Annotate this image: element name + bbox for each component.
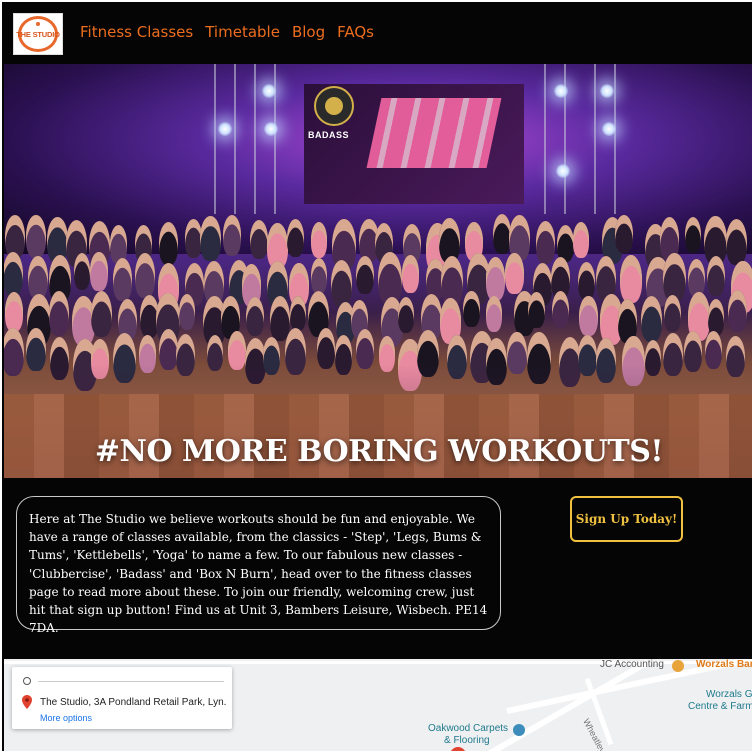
poi-marker-icon[interactable] [672, 660, 684, 672]
crowd-person [330, 260, 352, 307]
crowd-person [158, 222, 178, 265]
crowd-person [619, 254, 642, 303]
crowd-person [289, 295, 306, 331]
crowd-person [355, 329, 374, 369]
crowd-person [178, 294, 195, 331]
map-directions-card: The Studio, 3A Pondland Retail Park, Lyn… [12, 667, 232, 729]
nav-link-blog[interactable]: Blog [292, 23, 325, 41]
crowd-person [311, 222, 328, 259]
crowd-person [90, 252, 108, 291]
card-divider [38, 681, 224, 682]
fit-jam-graphic [366, 98, 502, 168]
crowd-person [401, 254, 420, 294]
crowd-person [222, 214, 242, 257]
crowd-person [727, 290, 747, 333]
nav-link-faqs[interactable]: FAQs [337, 23, 374, 41]
studio-logo[interactable]: THE STUDIO [13, 13, 63, 55]
map-address: The Studio, 3A Pondland Retail Park, Lyn… [40, 697, 226, 708]
crowd-person [200, 215, 221, 261]
crowd-person [398, 297, 415, 333]
logo-ring: THE STUDIO [16, 16, 60, 52]
crowd-person [706, 255, 725, 296]
crowd-person [316, 328, 336, 369]
spotlight-icon [264, 122, 278, 136]
crowd-person [48, 291, 70, 337]
crowd-person [4, 252, 23, 296]
hero-title: #NO MORE BORING WORKOUTS! [94, 434, 664, 469]
shop-marker-icon[interactable] [513, 724, 525, 736]
intro-box: Here at The Studio we believe workouts s… [16, 496, 501, 635]
crowd-person [641, 295, 663, 342]
logo-text: THE STUDIO [16, 29, 60, 39]
hero-banner: BADASS #NO MORE BORING WORKOUTS! [4, 64, 752, 478]
crowd-person [246, 296, 265, 337]
crowd-person [90, 291, 112, 337]
crowd-person [135, 253, 156, 298]
crowd-person [73, 252, 91, 290]
origin-circle-icon [23, 677, 31, 685]
crowd-person [28, 256, 48, 300]
crowd-person [663, 295, 681, 333]
crowd-person [485, 295, 503, 333]
spotlight-icon [600, 84, 614, 98]
main-nav: Fitness Classes Timetable Blog FAQs [80, 23, 374, 41]
logo-dot-icon [36, 22, 40, 26]
spotlight-icon [556, 164, 570, 178]
stage-truss [214, 64, 236, 214]
map-label-worzals-garden[interactable]: Worzals G [706, 689, 752, 700]
badass-logo-icon [314, 86, 354, 126]
crowd-person [707, 299, 725, 337]
crowd-person [725, 218, 747, 265]
map-label-oakwood[interactable]: Oakwood Carpets [428, 723, 508, 734]
spotlight-icon [262, 84, 276, 98]
crowd-person [528, 291, 546, 329]
more-options-link[interactable]: More options [40, 713, 92, 723]
crowd-person [579, 295, 598, 337]
crowd-person [684, 216, 702, 254]
sign-up-button[interactable]: Sign Up Today! [570, 496, 683, 542]
map-label-jc-accounting[interactable]: JC Accounting [600, 659, 664, 670]
navbar: THE STUDIO Fitness Classes Timetable Blo… [4, 4, 752, 64]
crowd-person [249, 219, 268, 260]
google-map[interactable]: JC Accounting Worzals Bar Worzals G Cent… [4, 659, 754, 751]
spotlight-icon [602, 122, 616, 136]
stage-sign: BADASS [308, 130, 350, 140]
crowd-person [4, 291, 24, 332]
crowd-person [287, 219, 305, 257]
nav-link-fitness-classes[interactable]: Fitness Classes [80, 23, 193, 41]
crowd-person [26, 214, 46, 258]
crowd-person [578, 262, 596, 300]
crowd-person [572, 222, 589, 259]
crowd-person [615, 214, 633, 254]
crowd-person [688, 259, 706, 297]
map-pin-icon [22, 695, 32, 709]
crowd-person [535, 221, 556, 265]
page: THE STUDIO Fitness Classes Timetable Blo… [0, 0, 754, 753]
crowd-person [492, 214, 511, 254]
crowd-person [356, 255, 374, 295]
intro-section: Here at The Studio we believe workouts s… [4, 478, 752, 658]
crowd-person [552, 291, 570, 329]
spotlight-icon [218, 122, 232, 136]
map-label-worzals-bar[interactable]: Worzals Bar [696, 659, 752, 670]
crowd-person [485, 256, 506, 301]
nav-link-timetable[interactable]: Timetable [205, 23, 280, 41]
spotlight-icon [554, 84, 568, 98]
crowd-person [310, 257, 328, 294]
map-label-oakwood-2: & Flooring [444, 735, 490, 746]
intro-text: Here at The Studio we believe workouts s… [29, 512, 488, 636]
map-label-worzals-garden-2: Centre & Farm [688, 701, 754, 712]
crowd-person [112, 258, 133, 302]
crowd-person [463, 291, 480, 327]
crowd-person [505, 252, 524, 294]
